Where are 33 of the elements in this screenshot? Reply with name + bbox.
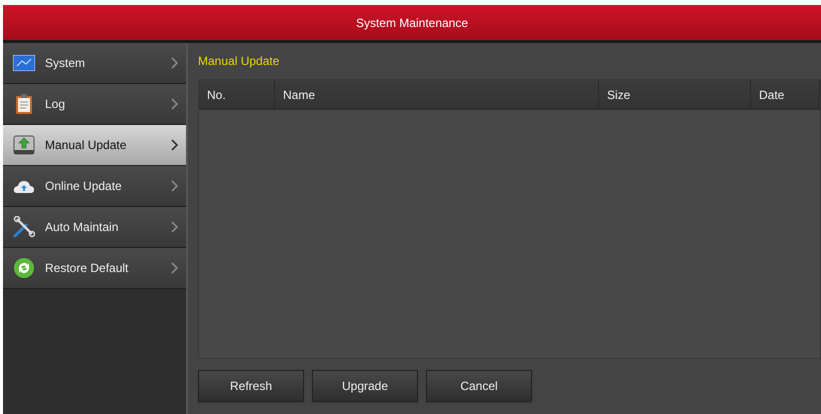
column-header: Size xyxy=(599,80,751,109)
chevron-icon xyxy=(171,180,178,192)
sidebar-item[interactable]: System xyxy=(3,43,186,84)
column-header: Name xyxy=(275,80,599,109)
upload-drive-icon xyxy=(13,135,35,155)
sidebar-label: Restore Default xyxy=(45,260,130,277)
action-button[interactable]: Cancel xyxy=(426,370,532,402)
action-button[interactable]: Upgrade xyxy=(312,370,418,402)
clipboard-icon xyxy=(16,94,32,114)
cloud-icon xyxy=(13,178,35,194)
sidebar-label: Manual Update xyxy=(45,137,128,154)
sidebar-item[interactable]: Auto Maintain xyxy=(3,207,186,248)
sidebar-item[interactable]: Manual Update xyxy=(3,125,186,166)
chevron-icon xyxy=(171,139,178,151)
chevron-icon xyxy=(171,57,178,69)
chevron-icon xyxy=(171,98,178,110)
panel-title: Manual Update xyxy=(198,53,280,70)
chevron-icon xyxy=(171,221,178,233)
sidebar-label: Log xyxy=(45,96,66,113)
refresh-icon xyxy=(14,258,34,278)
action-button[interactable]: Refresh xyxy=(198,370,304,402)
sidebar-item[interactable]: Online Update xyxy=(3,166,186,207)
wrench-screwdriver-icon xyxy=(13,216,35,238)
sidebar-label: System xyxy=(45,55,86,72)
column-header: Date xyxy=(751,80,820,109)
sidebar-label: Auto Maintain xyxy=(45,219,120,236)
sidebar-item[interactable]: Log xyxy=(3,84,186,125)
monitor-icon xyxy=(13,55,35,71)
chevron-icon xyxy=(171,262,178,274)
window-title: System Maintenance xyxy=(356,14,468,32)
column-header: No. xyxy=(199,80,275,109)
sidebar-item[interactable]: Restore Default xyxy=(3,248,186,289)
sidebar-label: Online Update xyxy=(45,178,123,195)
